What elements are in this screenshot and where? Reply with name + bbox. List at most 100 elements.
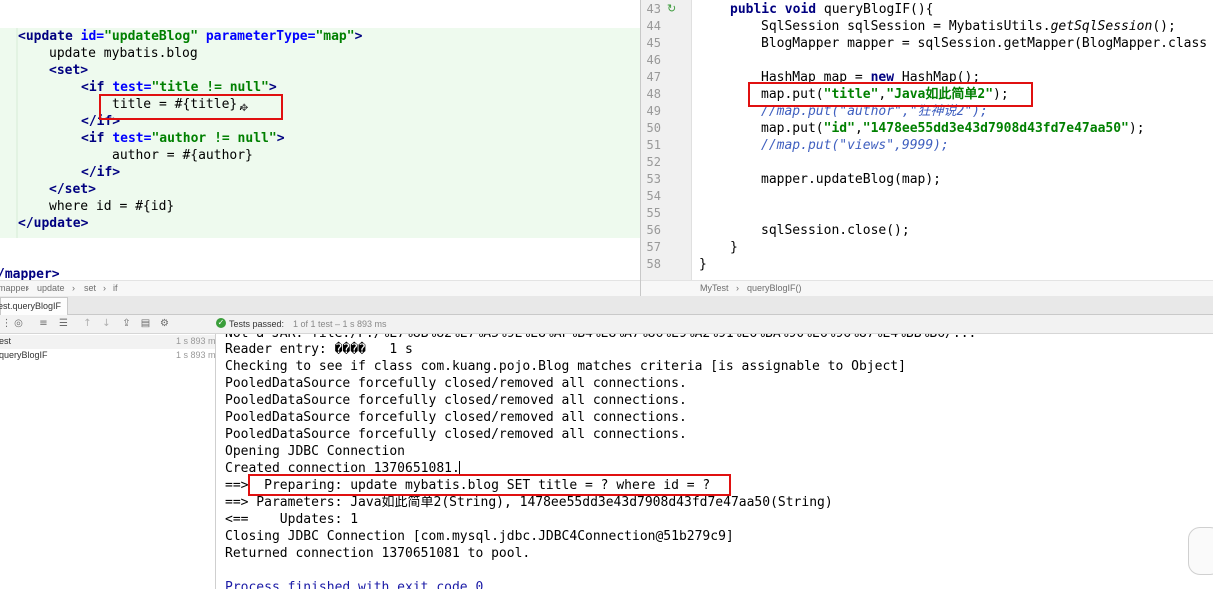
toggle-ignored-icon[interactable]: ◎ (13, 318, 24, 329)
console-output[interactable]: Not a JAR: file:/F:/%E7%8B%82%E7%A5%9E%E… (216, 334, 1213, 589)
xml-line-if-close[interactable]: </if> (81, 164, 120, 181)
xml-tag: > (276, 131, 285, 146)
breadcrumb-item[interactable]: mapper (0, 283, 29, 293)
xml-tag: > (354, 29, 363, 44)
console-line: Process finished with exit code 0 (225, 580, 484, 589)
java-line-56[interactable]: sqlSession.close(); (761, 222, 910, 239)
test-status-detail: 1 of 1 test – 1 s 893 ms (293, 319, 387, 329)
java-line-45[interactable]: BlogMapper mapper = sqlSession.getMapper… (761, 35, 1207, 52)
console-line: PooledDataSource forcefully closed/remov… (225, 393, 687, 408)
line-number: 47 (646, 70, 661, 84)
test-status-label: Tests passed: (229, 319, 285, 329)
xml-line-set-close[interactable]: </set> (49, 181, 96, 198)
test-tree-time: 1 s 893 ms (176, 350, 221, 360)
java-line-57[interactable]: } (730, 239, 738, 256)
chevron-right-icon: › (26, 283, 29, 293)
java-string: "id" (823, 121, 855, 136)
toggle-passed-icon[interactable]: ⋮ (1, 318, 12, 329)
line-number: 43 (646, 2, 661, 16)
xml-line-if-author[interactable]: <if test="author != null"> (81, 130, 285, 147)
line-number: 55 (646, 206, 661, 220)
run-tab-strip (0, 296, 1213, 315)
export-icon[interactable]: ⇪ (121, 318, 132, 329)
xml-breadcrumb: mapper › update › set › if (0, 280, 640, 297)
xml-line-mapper-close[interactable]: /mapper> (0, 266, 60, 280)
java-line-53[interactable]: mapper.updateBlog(map); (761, 171, 941, 188)
xml-editor[interactable]: <update id="updateBlog" parameterType="m… (0, 0, 640, 280)
indent-guide (16, 28, 18, 238)
xml-value: "updateBlog" (104, 29, 199, 44)
breadcrumb-item[interactable]: update (37, 283, 65, 293)
xml-line-set-open[interactable]: <set> (49, 62, 88, 79)
highlight-box-preparing (248, 474, 731, 496)
java-line-58[interactable]: } (699, 256, 707, 273)
line-number: 46 (646, 53, 661, 67)
xml-value: "author != null" (151, 131, 277, 146)
test-tree-label: est (0, 336, 12, 346)
console-line: Opening JDBC Connection (225, 444, 406, 459)
java-code: ); (1128, 121, 1145, 136)
java-line-51-comment[interactable]: //map.put("views",9999); (761, 137, 949, 154)
xml-attr: test= (112, 80, 152, 95)
breadcrumb-item[interactable]: queryBlogIF() (747, 283, 802, 293)
xml-tag: <if (81, 80, 113, 95)
java-string: "1478ee55dd3e43d7908d43fd7e47aa50" (862, 121, 1129, 136)
arrow-up-icon[interactable]: ↑ (82, 318, 93, 329)
java-line-50[interactable]: map.put("id","1478ee55dd3e43d7908d43fd7e… (761, 120, 1145, 137)
chat-widget[interactable] (1188, 527, 1213, 575)
arrow-down-icon[interactable]: ↓ (101, 318, 112, 329)
xml-line-update-sql[interactable]: update mybatis.blog (49, 45, 198, 62)
line-number: 49 (646, 104, 661, 118)
test-tree-label: queryBlogIF (0, 350, 48, 360)
line-number: 48 (646, 87, 661, 101)
java-code: , (854, 121, 863, 136)
xml-attr: id= (80, 29, 105, 44)
java-static-call: getSqlSession (1050, 19, 1153, 34)
console-line: <== Updates: 1 (225, 512, 359, 527)
line-number: 44 (646, 19, 661, 33)
check-icon: ✓ (216, 318, 226, 328)
xml-attr: test= (112, 131, 152, 146)
test-tree-row[interactable]: est 1 s 893 ms (0, 335, 220, 349)
run-test-icon[interactable]: ↻ (667, 3, 679, 15)
console-line: Returned connection 1370651081 to pool. (225, 546, 531, 561)
console-line: PooledDataSource forcefully closed/remov… (225, 376, 687, 391)
breadcrumb-item[interactable]: MyTest (700, 283, 729, 293)
highlight-box-title (99, 94, 283, 120)
console-line: Reader entry: ���� 1 s (225, 342, 413, 357)
line-number: 45 (646, 36, 661, 50)
run-tab-label: est.queryBlogIF (0, 301, 62, 311)
java-editor[interactable]: 43 ↻ 44 45 46 47 48 49 50 51 52 53 54 55… (641, 0, 1213, 280)
console-line: Closing JDBC Connection [com.mysql.jdbc.… (225, 529, 734, 544)
console-line: ==> Parameters: Java如此简单2(String), 1478e… (225, 495, 833, 510)
java-code: SqlSession sqlSession = MybatisUtils. (761, 19, 1051, 34)
xml-line-update-close[interactable]: </update> (18, 215, 88, 232)
line-number: 51 (646, 138, 661, 152)
breadcrumb-item[interactable]: if (113, 283, 118, 293)
run-toolbar (0, 315, 1213, 334)
sort-duration-icon[interactable]: ☰ (58, 318, 69, 329)
chevron-right-icon: › (103, 283, 106, 293)
line-number: 53 (646, 172, 661, 186)
line-number: 58 (646, 257, 661, 271)
xml-value: "title != null" (151, 80, 269, 95)
java-keyword: public void (730, 2, 824, 17)
test-tree-row[interactable]: queryBlogIF 1 s 893 ms (0, 349, 220, 363)
xml-line-author-assign[interactable]: author = #{author} (112, 147, 253, 164)
xml-line-update-open[interactable]: <update id="updateBlog" parameterType="m… (18, 28, 362, 45)
xml-tag: <update (18, 29, 81, 44)
sort-alpha-icon[interactable]: ≡ (38, 318, 49, 329)
breadcrumb-item[interactable]: set (84, 283, 96, 293)
run-tab[interactable]: est.queryBlogIF (0, 297, 68, 315)
java-code: (); (1152, 19, 1176, 34)
java-breadcrumb: MyTest › queryBlogIF() (641, 280, 1213, 297)
xml-value: "map" (315, 29, 355, 44)
java-line-43[interactable]: public void queryBlogIF(){ (730, 1, 934, 18)
java-line-44[interactable]: SqlSession sqlSession = MybatisUtils.get… (761, 18, 1176, 35)
xml-line-where[interactable]: where id = #{id} (49, 198, 174, 215)
highlight-box-map-put (748, 82, 1033, 107)
console-line: PooledDataSource forcefully closed/remov… (225, 410, 687, 425)
line-number: 57 (646, 240, 661, 254)
import-icon[interactable]: ▤ (140, 318, 151, 329)
gear-icon[interactable]: ⚙ (159, 318, 170, 329)
